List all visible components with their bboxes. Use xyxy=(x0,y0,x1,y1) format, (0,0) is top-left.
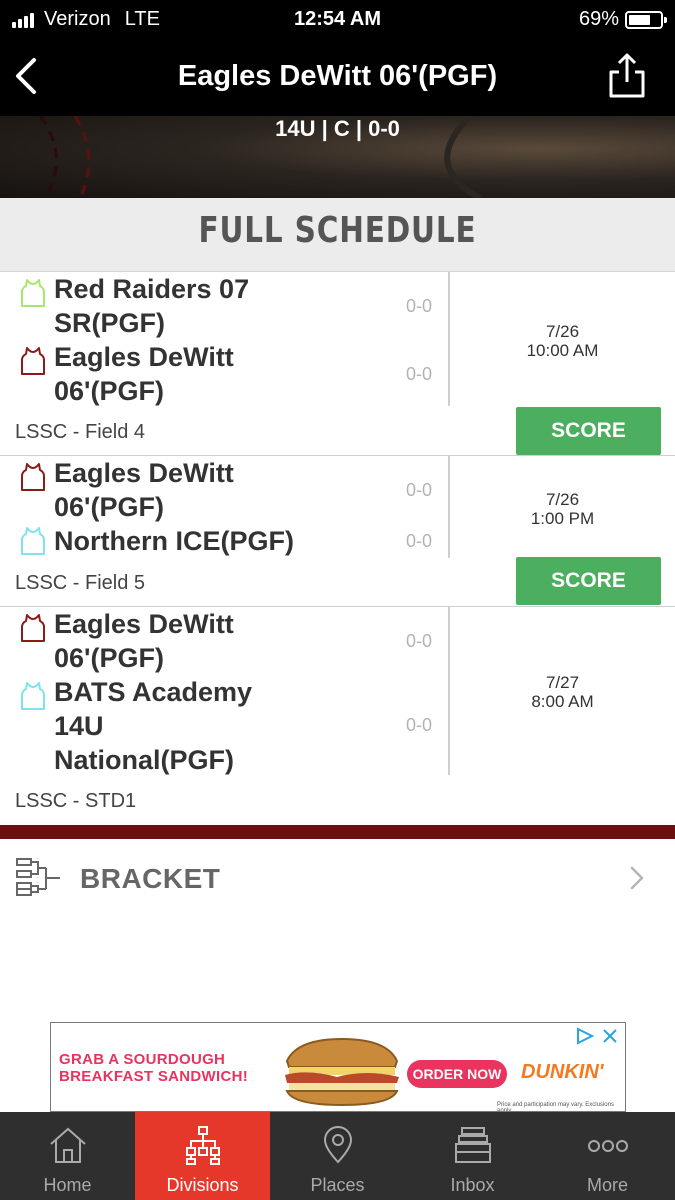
tab-label: Inbox xyxy=(450,1175,495,1195)
tab-home[interactable]: Home xyxy=(0,1112,135,1200)
bracket-row[interactable]: BRACKET xyxy=(0,839,675,917)
team-name: Eagles DeWitt 06'(PGF) xyxy=(54,609,234,673)
team-score: 0-0 xyxy=(405,480,432,500)
location-pin-icon xyxy=(323,1126,353,1164)
game-time: 1:00 PM xyxy=(530,509,595,528)
maroon-jersey-icon xyxy=(21,347,45,375)
team-banner: 14U | C | 0-0 xyxy=(0,116,675,198)
team-score: 0-0 xyxy=(405,631,432,651)
game-time: 8:00 AM xyxy=(531,692,594,711)
team-name: Eagles DeWitt 06'(PGF) xyxy=(54,342,234,406)
tab-places[interactable]: Places xyxy=(270,1112,405,1200)
game-location: LSSC - STD1 xyxy=(15,790,137,812)
tab-label: More xyxy=(586,1175,628,1195)
maroon-jersey-icon xyxy=(21,614,45,642)
ad-banner[interactable]: GRAB A SOURDOUGH BREAKFAST SANDWICH! ORD… xyxy=(50,1022,626,1112)
game-datetime: 7/26 1:00 PM xyxy=(450,490,675,528)
tab-label: Places xyxy=(310,1175,365,1195)
team-score: 0-0 xyxy=(405,531,432,551)
team-score: 0-0 xyxy=(405,364,432,384)
page-title: Eagles DeWitt 06'(PGF) xyxy=(177,60,498,92)
status-right: 69% xyxy=(578,8,667,31)
team-name: Red Raiders 07 SR(PGF) xyxy=(54,274,250,338)
divisions-icon xyxy=(186,1126,220,1165)
chevron-left-icon xyxy=(16,58,36,94)
score-button[interactable]: SCORE xyxy=(516,557,661,605)
game-date: 7/27 xyxy=(545,673,580,692)
score-button[interactable]: SCORE xyxy=(516,407,661,455)
game-card[interactable]: Red Raiders 07 SR(PGF) 0-0 Eagles DeWitt… xyxy=(0,272,675,456)
ad-headline-line: GRAB A SOURDOUGH xyxy=(59,1051,226,1068)
ad-disclaimer: Price and participation may vary. Exclus… xyxy=(497,1102,614,1112)
share-button[interactable] xyxy=(607,52,647,98)
game-location: LSSC - Field 4 xyxy=(15,421,146,443)
maroon-jersey-icon xyxy=(21,463,45,491)
sandwich-image xyxy=(285,1037,399,1107)
team-name: Northern ICE(PGF) xyxy=(54,526,294,556)
back-button[interactable] xyxy=(12,56,42,96)
order-now-button[interactable]: ORDER NOW xyxy=(407,1060,507,1088)
nav-header: Eagles DeWitt 06'(PGF) xyxy=(0,38,675,116)
team-subtitle: 14U | C | 0-0 xyxy=(275,116,400,141)
game-card[interactable]: Eagles DeWitt 06'(PGF) 0-0 Northern ICE(… xyxy=(0,456,675,607)
tab-bar: Home Divisions Places Inbox More xyxy=(0,1112,675,1200)
section-title: FULL SCHEDULE xyxy=(198,210,477,251)
tab-more[interactable]: More xyxy=(540,1112,675,1200)
bracket-label: BRACKET xyxy=(80,863,221,894)
game-datetime: 7/26 10:00 AM xyxy=(450,322,675,360)
share-icon xyxy=(609,53,645,98)
game-time: 10:00 AM xyxy=(526,341,599,360)
tab-divisions[interactable]: Divisions xyxy=(135,1112,270,1200)
bracket-icon xyxy=(16,858,60,896)
team-score: 0-0 xyxy=(405,715,432,735)
team-name: Eagles DeWitt 06'(PGF) xyxy=(54,458,234,522)
battery-percent: 69% xyxy=(578,8,619,30)
home-icon xyxy=(50,1127,86,1163)
inbox-icon xyxy=(455,1127,491,1163)
close-icon[interactable] xyxy=(601,1027,619,1045)
section-divider xyxy=(0,825,675,839)
team-row: Northern ICE(PGF) 0-0 xyxy=(0,524,440,558)
team-row: Eagles DeWitt 06'(PGF) 0-0 xyxy=(0,607,440,675)
ad-brand: DUNKIN' xyxy=(521,1061,604,1083)
team-row: Eagles DeWitt 06'(PGF) 0-0 xyxy=(0,456,440,524)
team-score: 0-0 xyxy=(405,296,432,316)
game-date: 7/26 xyxy=(545,322,580,341)
cyan-jersey-icon xyxy=(21,527,45,555)
team-row: Red Raiders 07 SR(PGF) 0-0 xyxy=(0,272,440,340)
team-name: BATS Academy 14U National(PGF) xyxy=(54,677,253,775)
chevron-right-icon xyxy=(630,866,644,890)
battery-icon xyxy=(625,10,667,29)
adchoices-icon[interactable] xyxy=(575,1027,595,1045)
tab-inbox[interactable]: Inbox xyxy=(405,1112,540,1200)
tab-label: Home xyxy=(43,1175,92,1195)
cyan-jersey-icon xyxy=(21,682,45,710)
schedule-section-header: FULL SCHEDULE xyxy=(0,198,675,272)
game-datetime: 7/27 8:00 AM xyxy=(450,673,675,711)
game-card[interactable]: Eagles DeWitt 06'(PGF) 0-0 BATS Academy … xyxy=(0,607,675,825)
game-date: 7/26 xyxy=(545,490,580,509)
more-dots-icon xyxy=(588,1140,628,1152)
tab-label: Divisions xyxy=(166,1175,239,1195)
green-jersey-icon xyxy=(21,279,45,307)
ad-headline-line: BREAKFAST SANDWICH! xyxy=(59,1068,249,1085)
status-time: 12:54 AM xyxy=(293,8,382,30)
ad-headline: GRAB A SOURDOUGH BREAKFAST SANDWICH! xyxy=(59,1051,248,1085)
team-row: BATS Academy 14U National(PGF) 0-0 xyxy=(0,675,440,777)
game-location: LSSC - Field 5 xyxy=(15,572,146,594)
team-row: Eagles DeWitt 06'(PGF) 0-0 xyxy=(0,340,440,408)
status-bar: Verizon LTE 12:54 AM 69% xyxy=(0,0,675,38)
